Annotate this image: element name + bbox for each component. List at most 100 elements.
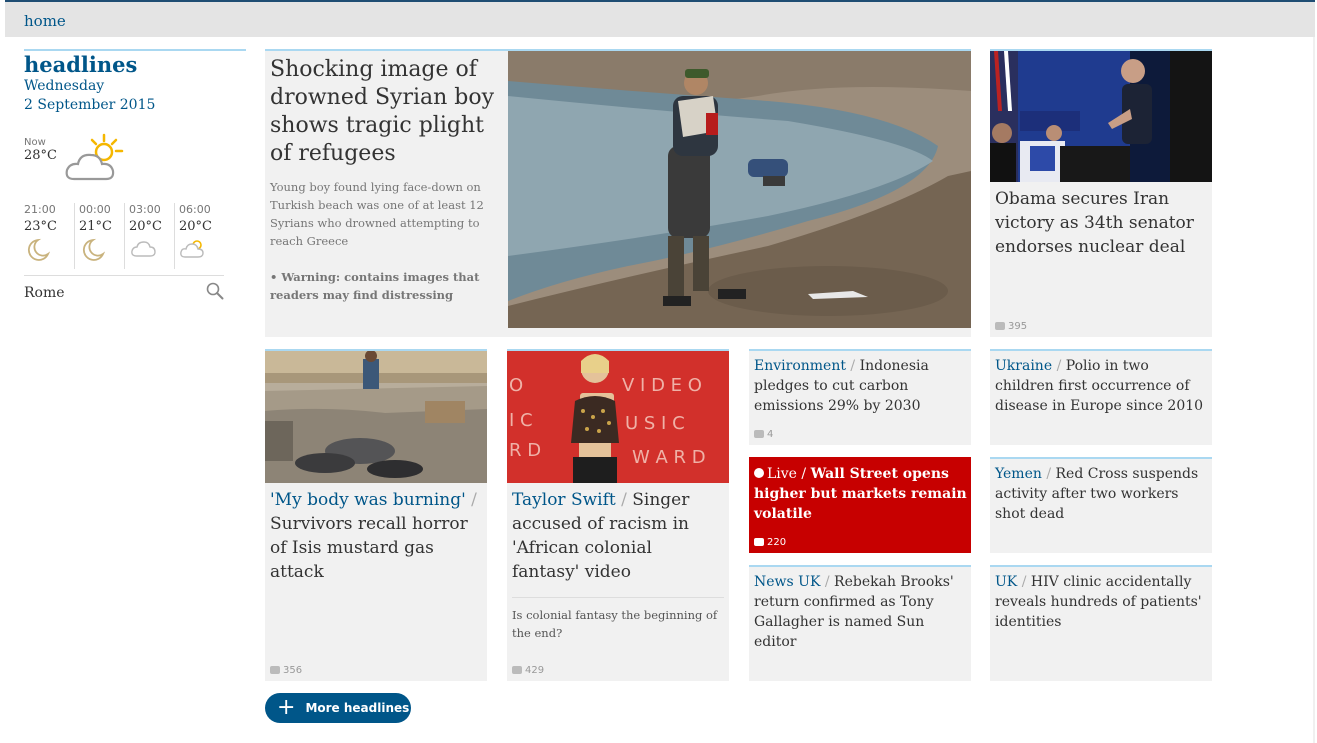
story-headline[interactable]: 'My body was burning' / Survivors recall… xyxy=(270,488,482,584)
kicker-separator: / xyxy=(621,490,633,510)
story-headline[interactable]: UK / HIV clinic accidentally reveals hun… xyxy=(995,572,1209,632)
kicker-separator: / xyxy=(824,574,835,590)
more-headlines-button[interactable]: + More headlines xyxy=(265,693,411,723)
svg-text:R D: R D xyxy=(509,440,541,461)
lead-standfirst: Young boy found lying face-down on Turki… xyxy=(270,180,484,248)
story-kicker[interactable]: News UK xyxy=(754,574,820,590)
weather-forecast: 21:00 23°C 00:00 21°C 03:00 20°C 06:00 2… xyxy=(24,203,224,269)
section-title[interactable]: headlines xyxy=(24,52,246,77)
comment-count-value: 220 xyxy=(767,537,787,548)
weather-now-label: Now xyxy=(24,137,46,148)
story-photo[interactable] xyxy=(990,51,1212,182)
story-card-yemen[interactable]: Yemen / Red Cross suspends activity afte… xyxy=(990,457,1212,553)
kicker-separator: / xyxy=(850,358,860,374)
more-headlines-label: More headlines xyxy=(305,701,410,715)
comment-count[interactable]: 220 xyxy=(754,537,786,548)
story-kicker[interactable]: UK xyxy=(995,574,1017,590)
cloud-night-icon xyxy=(129,237,174,263)
cloud-sun-icon xyxy=(64,133,128,187)
live-label: Live xyxy=(767,466,797,482)
comment-icon xyxy=(995,322,1005,330)
story-photo[interactable] xyxy=(265,350,487,483)
story-kicker[interactable]: Yemen xyxy=(995,466,1042,482)
comment-icon xyxy=(754,430,764,438)
story-headline[interactable]: Live / Wall Street opens higher but mark… xyxy=(754,464,968,524)
section-rule xyxy=(24,49,246,51)
kicker-separator: / xyxy=(1056,358,1066,374)
lead-photo[interactable] xyxy=(508,51,971,328)
weather-now-temp: 28°C xyxy=(24,148,57,163)
story-headline[interactable]: Ukraine / Polio in two children first oc… xyxy=(995,356,1209,416)
moon-icon xyxy=(24,237,74,267)
story-card-ukraine[interactable]: Ukraine / Polio in two children first oc… xyxy=(990,349,1212,445)
comment-count[interactable]: 429 xyxy=(512,665,544,676)
story-headline[interactable]: Obama secures Iran victory as 34th senat… xyxy=(995,187,1207,259)
lead-story-card[interactable]: Shocking image of drowned Syrian boy sho… xyxy=(265,49,971,337)
svg-text:U S I C: U S I C xyxy=(625,413,685,434)
top-nav-bar: home xyxy=(5,0,1315,37)
story-headline[interactable]: Taylor Swift / Singer accused of racism … xyxy=(512,488,724,584)
comment-count[interactable]: 356 xyxy=(270,665,302,676)
forecast-time: 06:00 xyxy=(179,203,211,216)
comment-icon xyxy=(512,666,522,674)
kicker-separator: / xyxy=(471,490,477,510)
story-card-uk[interactable]: UK / HIV clinic accidentally reveals hun… xyxy=(990,565,1212,681)
forecast-slot: 06:00 20°C xyxy=(174,203,224,269)
comment-count-value: 395 xyxy=(1008,321,1028,332)
lead-headline[interactable]: Shocking image of drowned Syrian boy sho… xyxy=(270,56,500,168)
date-full: 2 September 2015 xyxy=(24,97,156,113)
story-kicker[interactable]: Environment xyxy=(754,358,846,374)
nav-home-link[interactable]: home xyxy=(24,12,66,30)
comment-icon xyxy=(754,538,764,546)
story-photo[interactable]: O V I D E O I C U S I C R D W A R D xyxy=(507,351,729,483)
forecast-slot: 03:00 20°C xyxy=(124,203,174,269)
search-icon[interactable] xyxy=(206,282,224,304)
story-headline[interactable]: Environment / Indonesia pledges to cut c… xyxy=(754,356,968,416)
story-card-taylor-swift[interactable]: O V I D E O I C U S I C R D W A R D Taylor … xyxy=(507,349,729,681)
comment-count-value: 4 xyxy=(767,429,774,440)
story-card-news-uk[interactable]: News UK / Rebekah Brooks' return confirm… xyxy=(749,565,971,681)
kicker-separator: / xyxy=(1021,574,1031,590)
svg-text:O: O xyxy=(509,375,523,396)
story-title[interactable]: Survivors recall horror of Isis mustard … xyxy=(270,514,468,582)
forecast-temp: 21°C xyxy=(79,219,112,234)
weather-location[interactable]: Rome xyxy=(24,285,65,301)
live-dot-icon xyxy=(754,468,764,478)
story-card-isis[interactable]: 'My body was burning' / Survivors recall… xyxy=(265,349,487,681)
forecast-temp: 20°C xyxy=(129,219,162,234)
sublink[interactable]: Is colonial fantasy the beginning of the… xyxy=(512,597,724,642)
comment-count[interactable]: 4 xyxy=(754,429,773,440)
forecast-temp: 23°C xyxy=(24,219,57,234)
forecast-time: 21:00 xyxy=(24,203,56,216)
story-kicker[interactable]: Ukraine xyxy=(995,358,1052,374)
forecast-time: 00:00 xyxy=(79,203,111,216)
story-kicker[interactable]: 'My body was burning' xyxy=(270,490,466,510)
forecast-time: 03:00 xyxy=(129,203,161,216)
forecast-slot: 00:00 21°C xyxy=(74,203,124,269)
forecast-slot: 21:00 23°C xyxy=(24,203,74,269)
weather-location-row: Rome xyxy=(24,275,224,301)
svg-text:I C: I C xyxy=(509,410,533,431)
moon-icon xyxy=(79,237,124,267)
story-card-obama[interactable]: Obama secures Iran victory as 34th senat… xyxy=(990,49,1212,337)
cloud-sun-icon xyxy=(179,237,224,263)
story-headline[interactable]: News UK / Rebekah Brooks' return confirm… xyxy=(754,572,968,652)
story-kicker[interactable]: Taylor Swift xyxy=(512,490,616,510)
story-card-environment[interactable]: Environment / Indonesia pledges to cut c… xyxy=(749,349,971,445)
svg-text:V I D E O: V I D E O xyxy=(622,375,702,396)
comment-count[interactable]: 395 xyxy=(995,321,1027,332)
date-day: Wednesday xyxy=(24,78,105,94)
comment-count-value: 356 xyxy=(283,665,303,676)
comment-count-value: 429 xyxy=(525,665,545,676)
forecast-temp: 20°C xyxy=(179,219,212,234)
svg-text:W A R D: W A R D xyxy=(632,447,706,468)
story-headline[interactable]: Yemen / Red Cross suspends activity afte… xyxy=(995,464,1209,524)
comment-icon xyxy=(270,666,280,674)
plus-icon: + xyxy=(277,695,296,720)
story-card-live[interactable]: Live / Wall Street opens higher but mark… xyxy=(749,457,971,553)
headlines-sidebar: headlines Wednesday 2 September 2015 Now… xyxy=(24,49,246,301)
kicker-separator: / xyxy=(1046,466,1056,482)
weather-now: Now 28°C xyxy=(24,137,57,163)
lead-warning: • Warning: contains images that readers … xyxy=(270,270,480,302)
live-badge: Live / xyxy=(754,466,811,482)
